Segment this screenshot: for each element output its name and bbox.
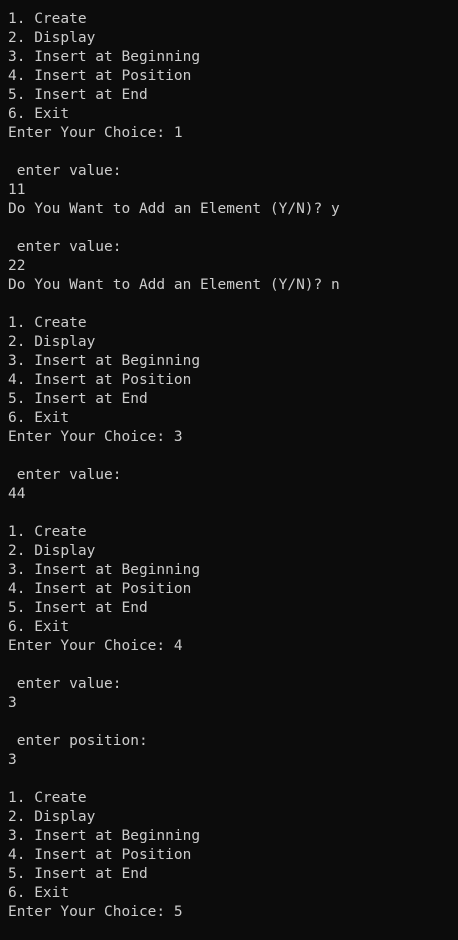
- terminal-line: Do You Want to Add an Element (Y/N)? n: [8, 277, 340, 293]
- terminal-line: 1. Create: [8, 315, 87, 331]
- terminal-line: 6. Exit: [8, 619, 70, 635]
- terminal-line: 3. Insert at Beginning: [8, 828, 201, 844]
- terminal-line: Enter Your Choice: 3: [8, 429, 183, 445]
- terminal-line: enter value:: [8, 239, 122, 255]
- terminal-line: 2. Display: [8, 334, 96, 350]
- terminal-line: Enter Your Choice: 4: [8, 638, 183, 654]
- terminal-line: Enter Your Choice: 1: [8, 125, 183, 141]
- terminal-line: Do You Want to Add an Element (Y/N)? y: [8, 201, 340, 217]
- terminal-line: 3. Insert at Beginning: [8, 353, 201, 369]
- terminal-output[interactable]: 1. Create 2. Display 3. Insert at Beginn…: [0, 0, 458, 940]
- terminal-line: 2. Display: [8, 543, 96, 559]
- terminal-line: 4. Insert at Position: [8, 68, 192, 84]
- terminal-line: 6. Exit: [8, 106, 70, 122]
- terminal-line: 1. Create: [8, 524, 87, 540]
- terminal-line: 4. Insert at Position: [8, 847, 192, 863]
- terminal-line: 1. Create: [8, 11, 87, 27]
- terminal-line: 3. Insert at Beginning: [8, 562, 201, 578]
- terminal-line: enter value:: [8, 467, 122, 483]
- terminal-line: 3. Insert at Beginning: [8, 49, 201, 65]
- terminal-line: 44: [8, 486, 26, 502]
- terminal-line: Enter Your Choice: 5: [8, 904, 183, 920]
- terminal-line: 4. Insert at Position: [8, 372, 192, 388]
- terminal-line: 6. Exit: [8, 885, 70, 901]
- terminal-line: 22: [8, 258, 26, 274]
- terminal-line: 1. Create: [8, 790, 87, 806]
- terminal-line: 2. Display: [8, 30, 96, 46]
- terminal-line: 5. Insert at End: [8, 391, 148, 407]
- terminal-line: 5. Insert at End: [8, 866, 148, 882]
- terminal-line: 2. Display: [8, 809, 96, 825]
- terminal-line: 11: [8, 182, 26, 198]
- terminal-line: 4. Insert at Position: [8, 581, 192, 597]
- terminal-line: 3: [8, 695, 17, 711]
- terminal-line: enter value:: [8, 163, 122, 179]
- terminal-line: enter value:: [8, 676, 122, 692]
- terminal-line: 3: [8, 752, 17, 768]
- terminal-line: 5. Insert at End: [8, 87, 148, 103]
- terminal-line: 6. Exit: [8, 410, 70, 426]
- terminal-line: 5. Insert at End: [8, 600, 148, 616]
- terminal-line: enter position:: [8, 733, 148, 749]
